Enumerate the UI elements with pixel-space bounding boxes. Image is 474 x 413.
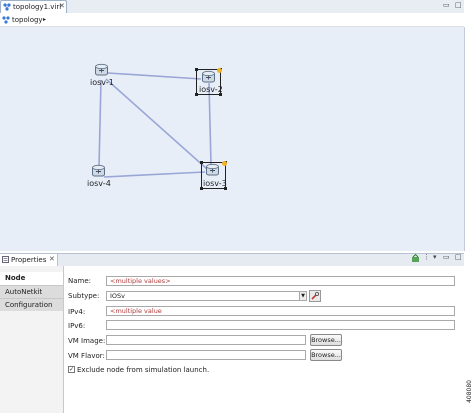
node-label-iosv-3: iosv-3 bbox=[203, 179, 227, 188]
router-icon[interactable] bbox=[205, 163, 220, 178]
topology-links bbox=[98, 72, 212, 178]
ipv4-label: IPv4: bbox=[68, 308, 86, 316]
close-icon[interactable]: ✕ bbox=[59, 2, 65, 10]
sidebar-item-node[interactable]: Node bbox=[0, 272, 63, 285]
router-icon[interactable] bbox=[201, 70, 216, 85]
topology-icon bbox=[2, 16, 10, 24]
close-icon[interactable]: ✕ bbox=[49, 255, 55, 263]
topology-canvas[interactable]: iosv-1 iosv-2 iosv-3 iosv-4 bbox=[0, 27, 465, 251]
tab-properties[interactable]: Properties ✕ bbox=[0, 254, 58, 266]
ipv6-label: IPv6: bbox=[68, 322, 86, 330]
view-menu-icon[interactable]: ⋮ bbox=[423, 253, 430, 261]
name-field[interactable]: <multiple values> bbox=[106, 276, 455, 286]
subtype-label: Subtype: bbox=[68, 292, 100, 300]
sidebar-item-label: Node bbox=[5, 274, 26, 282]
properties-icon bbox=[2, 256, 9, 263]
chevron-down-icon[interactable]: ▼ bbox=[299, 291, 307, 301]
vm-image-label: VM Image: bbox=[68, 337, 106, 345]
exclude-label: Exclude node from simulation launch. bbox=[77, 366, 210, 374]
link-iosv2-iosv3 bbox=[208, 82, 212, 166]
exclude-checkbox[interactable]: ✓ bbox=[68, 366, 75, 373]
node-label-iosv-4: iosv-4 bbox=[87, 179, 111, 188]
breadcrumb-topology[interactable]: topology bbox=[12, 16, 43, 24]
browse-vm-flavor-button[interactable]: Browse... bbox=[310, 349, 342, 361]
subtype-select[interactable]: IOSv bbox=[106, 291, 300, 301]
sidebar-item-autonetkit[interactable]: AutoNetkit bbox=[0, 285, 63, 298]
vm-flavor-label: VM Flavor: bbox=[68, 352, 105, 360]
selection-handle[interactable] bbox=[195, 93, 198, 96]
vm-flavor-field[interactable] bbox=[106, 350, 306, 360]
maximize-icon[interactable]: □ bbox=[455, 253, 462, 261]
topology-file-icon bbox=[3, 3, 11, 11]
node-label-iosv-2: iosv-2 bbox=[199, 85, 223, 94]
link-iosv1-iosv2 bbox=[107, 72, 202, 80]
properties-sidebar: Node AutoNetkit Configuration bbox=[0, 266, 64, 413]
editor-tab-bar: topology1.virl ✕ ▭ □ bbox=[0, 0, 464, 14]
tab-label: topology1.virl bbox=[13, 3, 62, 11]
properties-tab-bar: Properties ✕ bbox=[0, 253, 464, 267]
warning-icon bbox=[217, 68, 222, 73]
selection-handle[interactable] bbox=[195, 68, 198, 71]
sidebar-item-label: Configuration bbox=[5, 301, 53, 309]
selection-handle[interactable] bbox=[200, 161, 203, 164]
link-iosv1-iosv4 bbox=[98, 79, 102, 168]
maximize-icon[interactable]: □ bbox=[455, 1, 462, 9]
wrench-icon bbox=[311, 291, 320, 300]
ipv4-field[interactable]: <multiple value bbox=[106, 306, 455, 316]
vm-image-field[interactable] bbox=[106, 335, 306, 345]
ipv6-field[interactable] bbox=[106, 320, 455, 330]
router-icon[interactable] bbox=[94, 63, 109, 78]
chevron-right-icon[interactable]: ▸ bbox=[43, 16, 46, 23]
pin-icon[interactable] bbox=[411, 254, 420, 263]
warning-icon bbox=[222, 161, 227, 166]
name-label: Name: bbox=[68, 277, 92, 285]
chevron-down-icon[interactable]: ▾ bbox=[433, 253, 437, 261]
minimize-icon[interactable]: ▭ bbox=[443, 253, 450, 261]
router-icon[interactable] bbox=[91, 164, 106, 179]
minimize-icon[interactable]: ▭ bbox=[443, 1, 450, 9]
tab-label: Properties bbox=[11, 256, 47, 264]
sidebar-item-label: AutoNetkit bbox=[5, 288, 43, 296]
breadcrumb: topology ▸ bbox=[0, 13, 464, 27]
edit-subtype-button[interactable] bbox=[309, 290, 321, 302]
tab-topology1-virl[interactable]: topology1.virl ✕ bbox=[0, 0, 67, 13]
browse-vm-image-button[interactable]: Browse... bbox=[310, 334, 342, 346]
figure-number: 408080 bbox=[466, 380, 473, 403]
sidebar-item-configuration[interactable]: Configuration bbox=[0, 298, 63, 311]
link-iosv1-iosv3 bbox=[105, 78, 208, 170]
node-properties-form: Name: <multiple values> Subtype: IOSv ▼ … bbox=[64, 266, 464, 413]
link-iosv4-iosv3 bbox=[103, 171, 206, 178]
node-label-iosv-1: iosv-1 bbox=[90, 78, 114, 87]
